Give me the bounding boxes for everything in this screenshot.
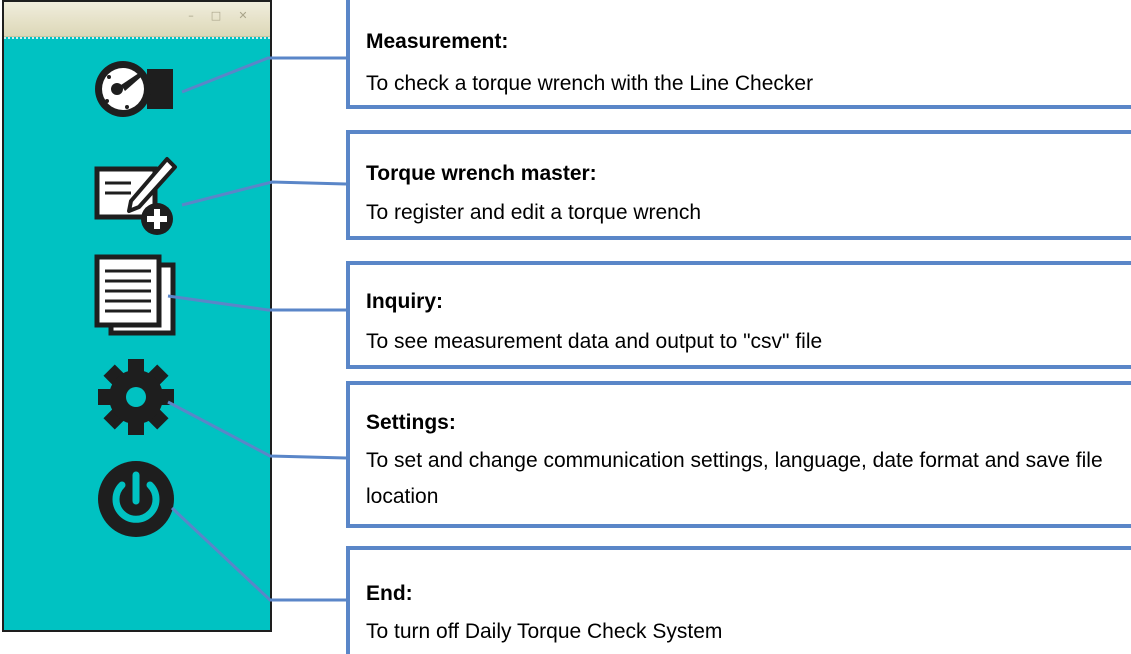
callout-settings: Settings: To set and change communicatio… [346,381,1131,528]
title-bar: – □ ✕ [4,2,270,37]
callout-title: End: [366,582,413,605]
callout-end: End: To turn off Daily Torque Check Syst… [346,546,1131,654]
callout-title: Torque wrench master: [366,162,597,185]
minimize-button[interactable]: – [184,10,198,22]
separator [4,37,270,43]
callout-description: To turn off Daily Torque Check System [366,620,723,643]
callout-measurement: Measurement: To check a torque wrench wi… [346,0,1131,109]
maximize-button[interactable]: □ [209,10,223,22]
edit-add-icon [94,157,177,235]
callout-description: To see measurement data and output to "c… [366,330,823,353]
diagram-canvas: – □ ✕ Measurement: To check a torque wre… [0,0,1131,654]
torque-checker-icon [95,61,173,117]
torque-wrench-master-button[interactable] [91,152,181,235]
gear-icon [98,359,174,435]
callout-torque-wrench-master: Torque wrench master: To register and ed… [346,130,1131,240]
callout-title: Settings: [366,411,456,434]
end-button[interactable] [91,458,181,540]
inquiry-button[interactable] [91,254,181,336]
callout-inquiry: Inquiry: To see measurement data and out… [346,261,1131,369]
settings-button[interactable] [91,356,181,438]
callout-description: To register and edit a torque wrench [366,201,702,224]
callout-title: Measurement: [366,30,509,53]
close-button[interactable]: ✕ [236,10,250,22]
app-window: – □ ✕ [2,0,272,632]
callout-title: Inquiry: [366,290,443,313]
measurement-button[interactable] [91,49,181,131]
power-icon [98,461,174,537]
callout-description: To check a torque wrench with the Line C… [366,72,814,95]
documents-icon [94,254,176,336]
callout-description: To set and change communication settings… [366,449,1103,508]
